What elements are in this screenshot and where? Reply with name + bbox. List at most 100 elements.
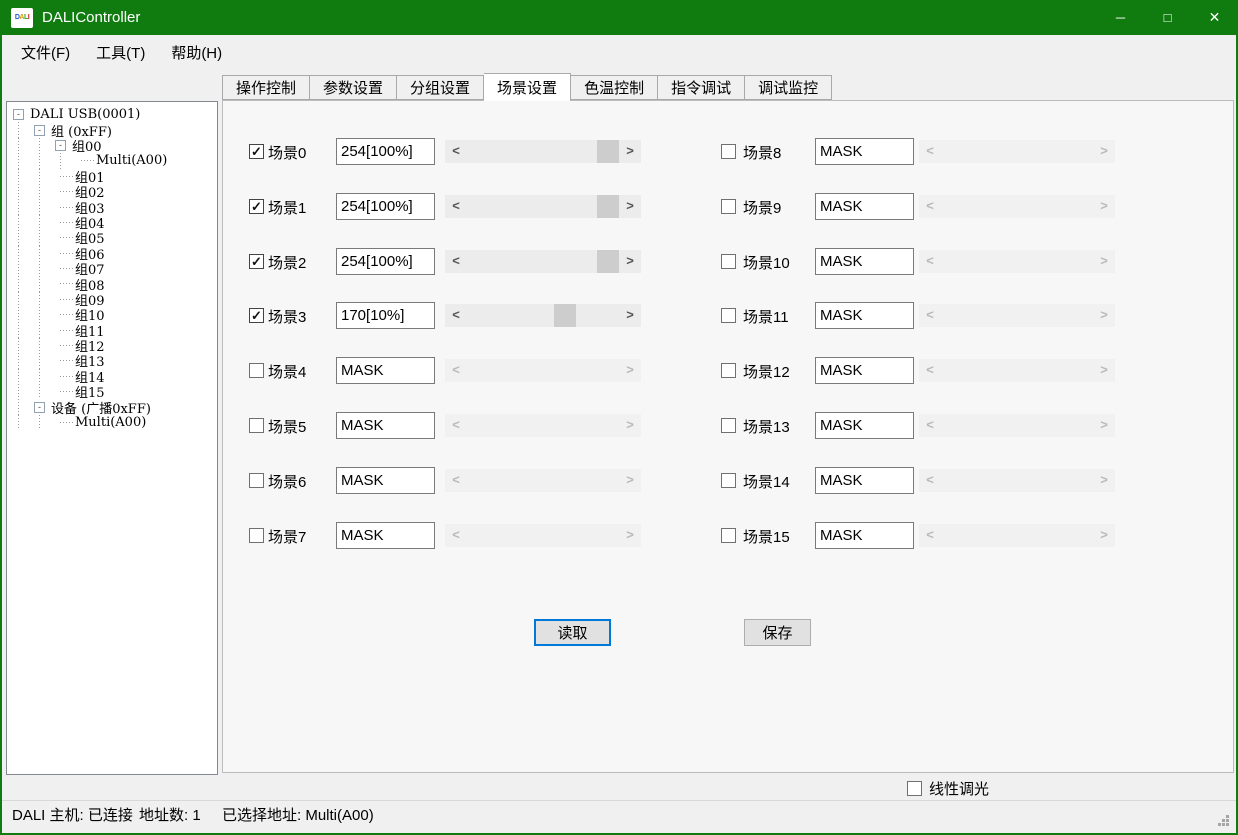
tree-expander-icon[interactable]: - (55, 140, 66, 151)
scrollbar-right-arrow-icon[interactable]: > (619, 140, 641, 163)
tree-item[interactable]: 组06 (13, 246, 217, 261)
tree-item[interactable]: 组07 (13, 261, 217, 276)
scene-checkbox[interactable] (249, 363, 264, 378)
menu-help[interactable]: 帮助(H) (158, 35, 235, 70)
scrollbar-thumb[interactable] (597, 140, 619, 163)
scene-scrollbar[interactable]: <> (445, 304, 641, 327)
save-button[interactable]: 保存 (744, 619, 811, 646)
tree-item[interactable]: 组13 (13, 353, 217, 368)
tree-item[interactable]: 组08 (13, 276, 217, 291)
tree-item[interactable]: -设备 (广播0xFF) (13, 399, 217, 414)
maximize-button[interactable]: □ (1144, 0, 1191, 35)
tree-item[interactable]: 组05 (13, 230, 217, 245)
tree-item[interactable]: 组09 (13, 292, 217, 307)
tree-guide-line (13, 338, 34, 353)
scrollbar-right-arrow-icon[interactable]: > (619, 250, 641, 273)
tree-guide-line (13, 415, 34, 430)
scene-checkbox[interactable]: ✓ (249, 144, 264, 159)
scene-value-input[interactable] (336, 248, 435, 275)
tree-guide-line (34, 276, 55, 291)
linear-dimming-checkbox[interactable] (907, 781, 922, 796)
scrollbar-thumb[interactable] (597, 195, 619, 218)
tab-3[interactable]: 场景设置 (484, 73, 571, 101)
tree-item[interactable]: Multi(A00) (13, 153, 217, 168)
scene-checkbox[interactable]: ✓ (249, 308, 264, 323)
tree-guide-line (13, 322, 34, 337)
scene-value-input[interactable] (336, 193, 435, 220)
scene-value-input[interactable] (336, 522, 435, 549)
tab-2[interactable]: 分组设置 (397, 75, 484, 100)
scrollbar-right-arrow-icon[interactable]: > (619, 304, 641, 327)
scene-checkbox[interactable] (721, 528, 736, 543)
tab-0[interactable]: 操作控制 (222, 75, 310, 100)
scene-checkbox[interactable] (249, 418, 264, 433)
scene-value-input[interactable] (336, 357, 435, 384)
scrollbar-left-arrow-icon[interactable]: < (445, 195, 467, 218)
tree-item[interactable]: -组 (0xFF) (13, 122, 217, 137)
tree-item[interactable]: Multi(A00) (13, 415, 217, 430)
scene-value-input[interactable] (815, 467, 914, 494)
tree-item[interactable]: -DALI USB(0001) (13, 107, 217, 122)
tree-item[interactable]: 组04 (13, 215, 217, 230)
close-button[interactable]: ✕ (1191, 0, 1238, 35)
scene-value-input[interactable] (336, 138, 435, 165)
scene-value-input[interactable] (815, 522, 914, 549)
scene-scrollbar[interactable]: <> (445, 140, 641, 163)
scene-checkbox[interactable] (721, 473, 736, 488)
tree-guide-line (13, 230, 34, 245)
tree-item[interactable]: 组10 (13, 307, 217, 322)
scene-value-input[interactable] (336, 302, 435, 329)
scrollbar-right-arrow-icon: > (1093, 250, 1115, 273)
scrollbar-left-arrow-icon[interactable]: < (445, 304, 467, 327)
scene-checkbox[interactable] (721, 144, 736, 159)
tree-guide-line (13, 292, 34, 307)
tab-6[interactable]: 调试监控 (745, 75, 832, 100)
scene-value-input[interactable] (815, 412, 914, 439)
scene-checkbox[interactable]: ✓ (249, 199, 264, 214)
minimize-button[interactable]: ─ (1097, 0, 1144, 35)
scene-value-input[interactable] (815, 357, 914, 384)
tree-expander-icon[interactable]: - (13, 109, 24, 120)
tab-5[interactable]: 指令调试 (658, 75, 745, 100)
scrollbar-left-arrow-icon[interactable]: < (445, 140, 467, 163)
tab-4[interactable]: 色温控制 (571, 75, 658, 100)
tree-expander-icon[interactable]: - (34, 402, 45, 413)
scrollbar-right-arrow-icon[interactable]: > (619, 195, 641, 218)
scrollbar-thumb[interactable] (554, 304, 576, 327)
tree-item[interactable]: -组00 (13, 138, 217, 153)
tree-expander-icon[interactable]: - (34, 125, 45, 136)
read-button[interactable]: 读取 (534, 619, 611, 646)
scrollbar-left-arrow-icon[interactable]: < (445, 250, 467, 273)
resize-grip-icon[interactable] (1218, 815, 1230, 827)
scene-scrollbar: <> (445, 469, 641, 492)
scene-value-input[interactable] (815, 193, 914, 220)
scene-checkbox[interactable]: ✓ (249, 254, 264, 269)
scene-checkbox[interactable] (721, 254, 736, 269)
scrollbar-thumb[interactable] (597, 250, 619, 273)
scene-checkbox[interactable] (249, 528, 264, 543)
tree-guide-line (34, 246, 55, 261)
tree-item[interactable]: 组03 (13, 199, 217, 214)
scene-value-input[interactable] (815, 248, 914, 275)
scene-value-input[interactable] (336, 467, 435, 494)
menu-tools[interactable]: 工具(T) (83, 35, 158, 70)
tree-item[interactable]: 组14 (13, 369, 217, 384)
scrollbar-left-arrow-icon: < (919, 469, 941, 492)
menu-file[interactable]: 文件(F) (8, 35, 83, 70)
scrollbar-left-arrow-icon: < (919, 140, 941, 163)
tab-1[interactable]: 参数设置 (310, 75, 397, 100)
tree-item[interactable]: 组02 (13, 184, 217, 199)
scene-checkbox[interactable] (721, 308, 736, 323)
scene-value-input[interactable] (815, 302, 914, 329)
scene-value-input[interactable] (815, 138, 914, 165)
scene-scrollbar[interactable]: <> (445, 250, 641, 273)
scene-checkbox[interactable] (721, 199, 736, 214)
tree-item[interactable]: 组11 (13, 322, 217, 337)
scene-checkbox[interactable] (721, 363, 736, 378)
tree-item[interactable]: 组12 (13, 338, 217, 353)
scene-value-input[interactable] (336, 412, 435, 439)
scene-checkbox[interactable] (721, 418, 736, 433)
scene-checkbox[interactable] (249, 473, 264, 488)
tree-item[interactable]: 组01 (13, 169, 217, 184)
scene-scrollbar[interactable]: <> (445, 195, 641, 218)
